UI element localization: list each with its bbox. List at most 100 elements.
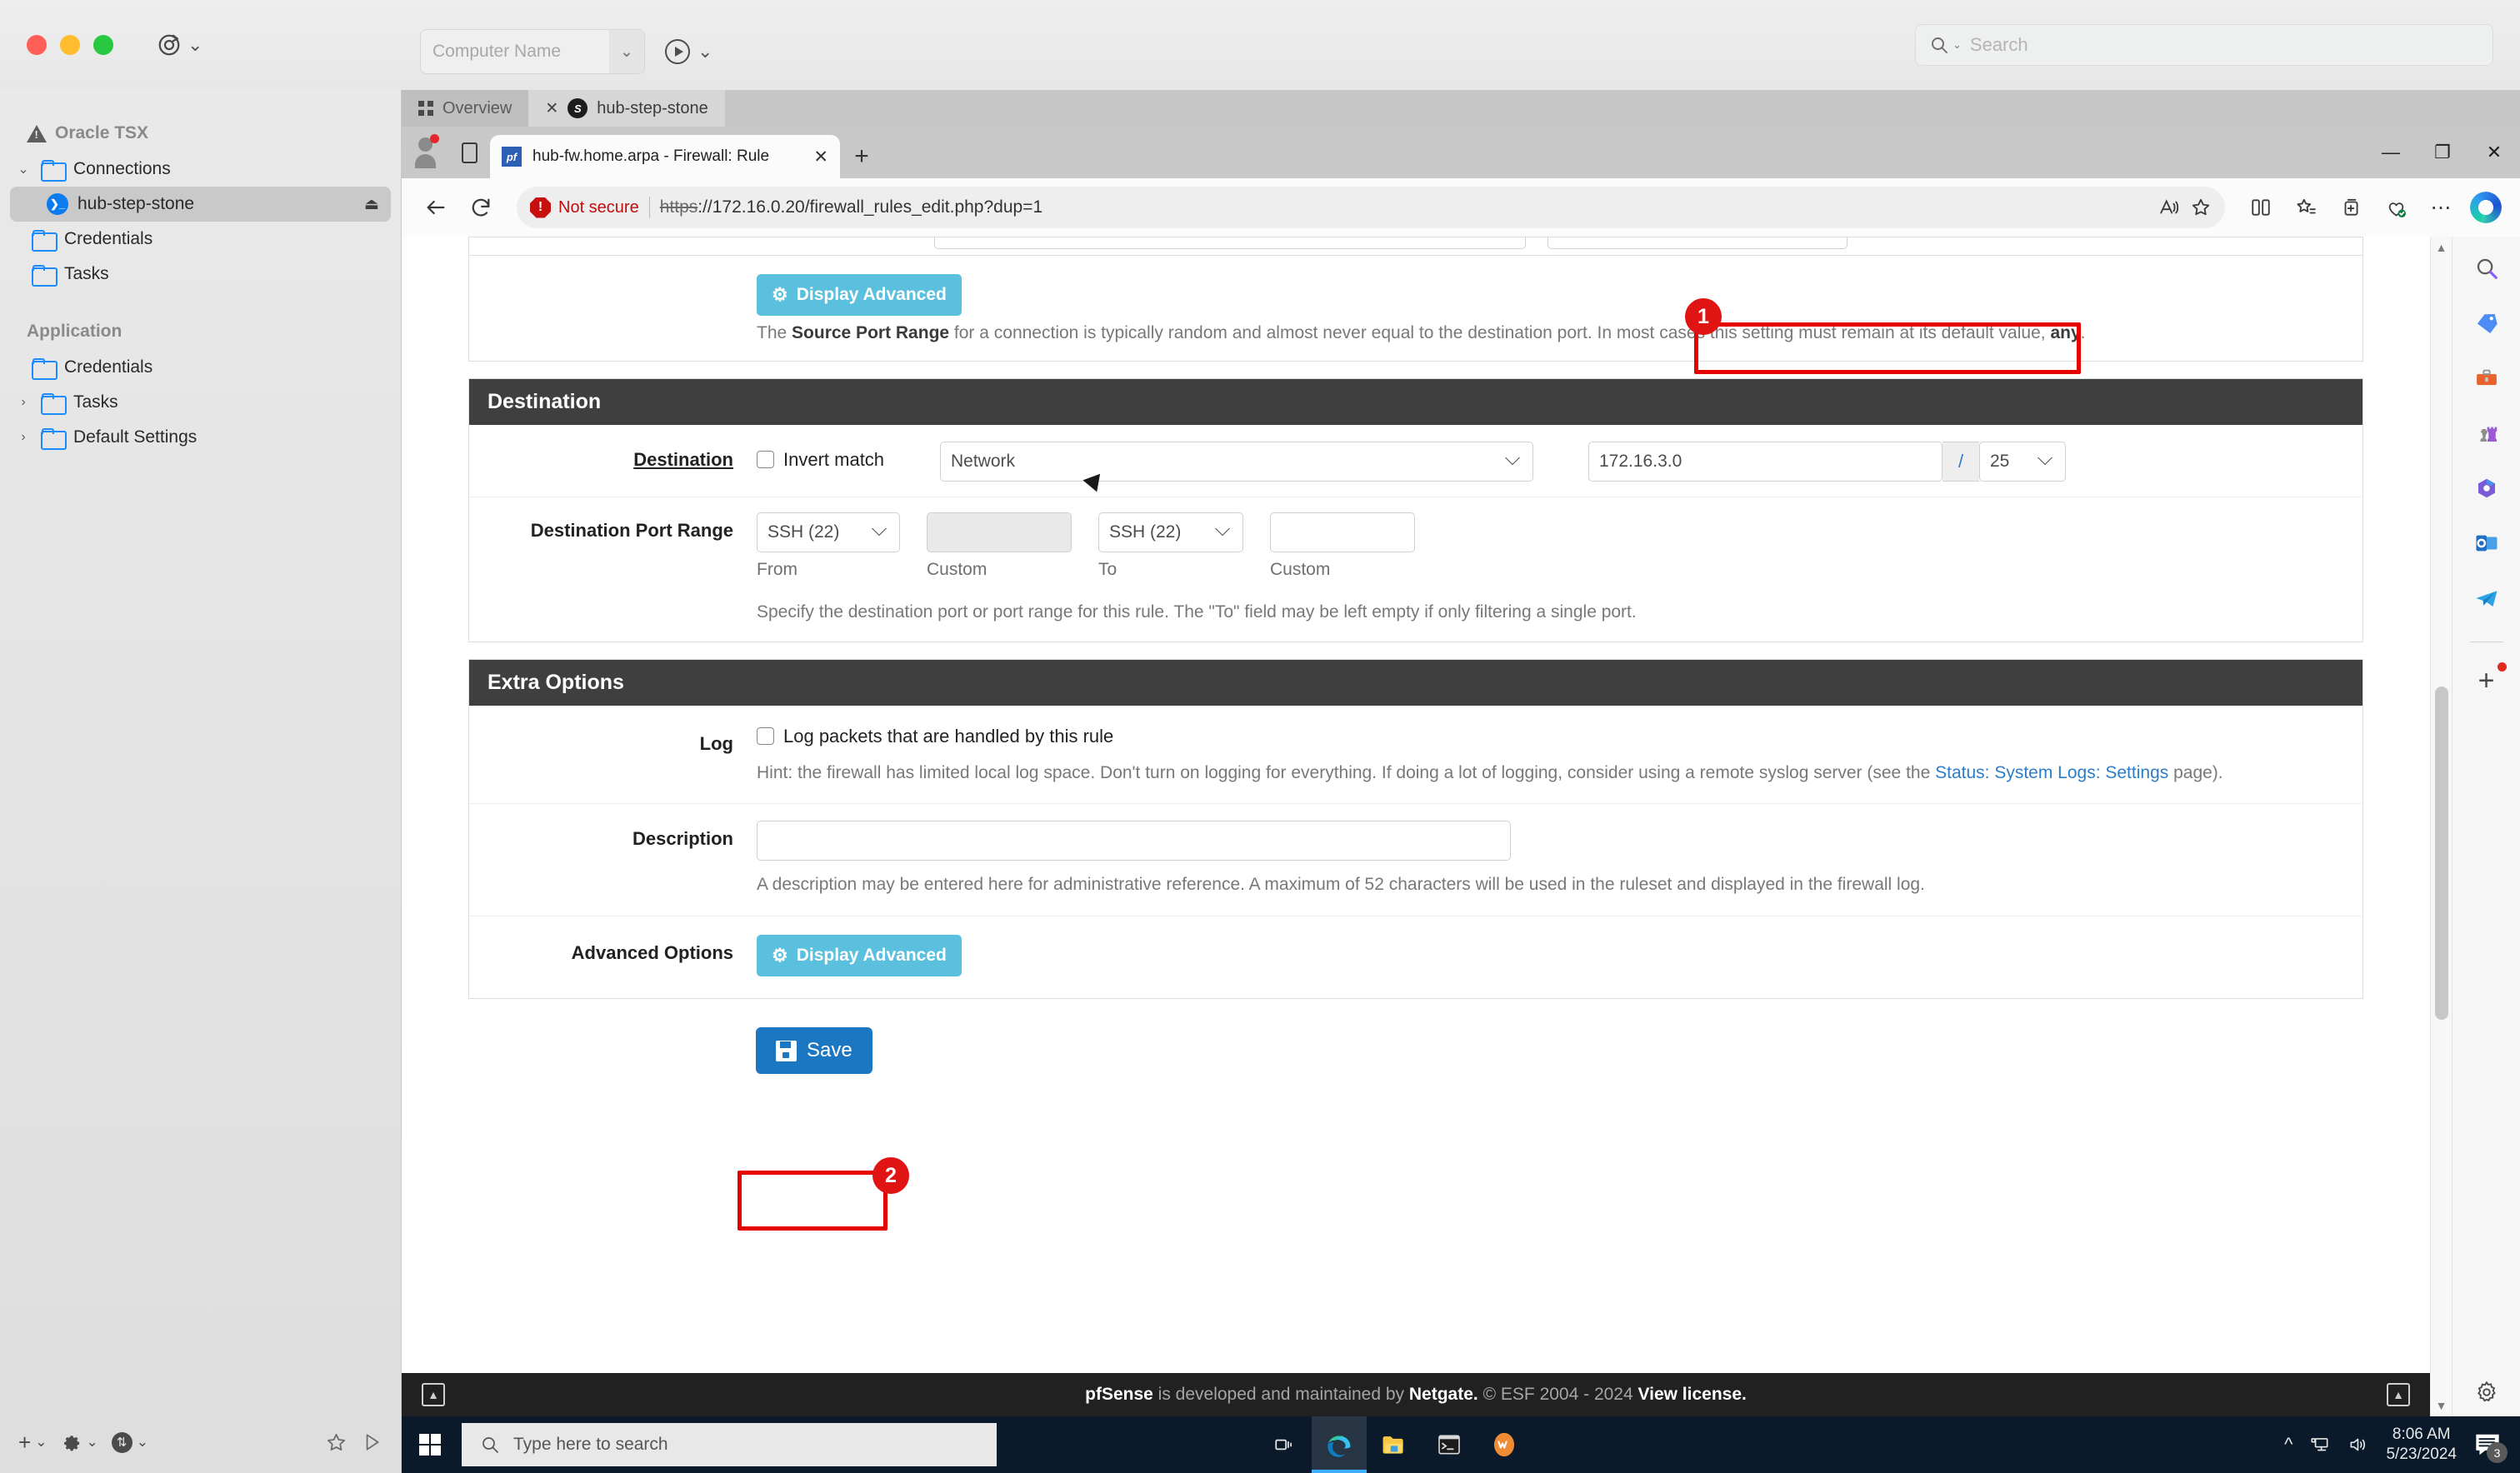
sidebar-item-connections[interactable]: ⌄ Connections [0, 152, 401, 187]
sync-target-button[interactable]: ⌄ [157, 32, 202, 57]
tag-icon[interactable] [2470, 307, 2503, 340]
tab-hub-step-stone[interactable]: ✕ S hub-step-stone [528, 90, 725, 127]
add-connection-button[interactable]: + ⌄ [18, 1430, 47, 1456]
scroll-top-button-right[interactable]: ▲ [2387, 1383, 2410, 1406]
favorites-button[interactable] [2285, 187, 2327, 228]
taskbar-edge-button[interactable] [1312, 1416, 1367, 1473]
taskbar-file-explorer-button[interactable] [1367, 1416, 1422, 1473]
scroll-down-arrow-icon[interactable]: ▼ [2436, 1395, 2448, 1416]
sidebar-item-app-tasks[interactable]: › Tasks [0, 385, 401, 420]
system-logs-settings-link[interactable]: Status: System Logs: Settings [1935, 763, 2168, 782]
browser-tab[interactable]: pf hub-fw.home.arpa - Firewall: Rule ✕ [490, 135, 840, 178]
source-type-select[interactable] [934, 237, 1527, 249]
sidebar-item-hub-step-stone[interactable]: ❯_ hub-step-stone ⏏ [10, 187, 391, 222]
checkbox[interactable] [757, 451, 774, 469]
task-view-button[interactable] [1257, 1416, 1312, 1473]
chevron-down-icon[interactable]: ⌄ [698, 42, 712, 61]
favorite-button[interactable] [325, 1431, 348, 1454]
network-icon[interactable] [2309, 1434, 2331, 1456]
destination-type-select[interactable]: Network [940, 441, 1533, 482]
scrollbar-thumb[interactable] [2435, 687, 2448, 1020]
sidebar-item-tasks[interactable]: Tasks [0, 257, 401, 292]
port-from-select[interactable]: SSH (22) [757, 512, 900, 552]
computer-name-combobox[interactable]: Computer Name ⌄ [420, 29, 645, 74]
destination-invert-match[interactable]: Invert match [757, 442, 940, 471]
chevron-down-icon[interactable]: ⌄ [35, 1434, 47, 1451]
games-icon[interactable] [2470, 417, 2503, 450]
sidebar-item-app-credentials[interactable]: Credentials [0, 350, 401, 385]
source-display-advanced-button[interactable]: ⚙ Display Advanced [757, 274, 962, 316]
favorite-star-icon[interactable] [2190, 197, 2212, 218]
footer-license-link[interactable]: View license. [1638, 1385, 1747, 1404]
notifications-button[interactable]: 3 [2473, 1432, 2508, 1463]
chevron-down-icon[interactable]: ⌄ [609, 30, 644, 73]
profile-button[interactable] [402, 127, 448, 178]
close-window-button[interactable] [27, 35, 47, 55]
split-screen-button[interactable] [2240, 187, 2282, 228]
tab-overview[interactable]: Overview [402, 90, 529, 127]
show-hidden-icons-icon[interactable]: ^ [2284, 1434, 2292, 1456]
scroll-top-button[interactable]: ▲ [422, 1383, 445, 1406]
chevron-right-icon[interactable]: › [15, 395, 32, 410]
outlook-icon[interactable] [2470, 527, 2503, 560]
destination-address-field[interactable] [1588, 441, 1942, 482]
vertical-tabs-button[interactable] [448, 127, 490, 178]
maximize-button[interactable]: ❐ [2417, 127, 2468, 178]
chevron-down-icon[interactable]: ⌄ [86, 1434, 98, 1451]
taskbar-terminal-button[interactable] [1422, 1416, 1477, 1473]
chevron-down-icon[interactable]: ⌄ [137, 1434, 148, 1451]
window-traffic-lights[interactable] [27, 35, 113, 55]
taskbar-search-box[interactable]: Type here to search [462, 1423, 997, 1466]
port-custom-from-field[interactable] [927, 512, 1072, 552]
chevron-right-icon[interactable]: › [15, 430, 32, 445]
not-secure-indicator[interactable]: ! Not secure [530, 197, 639, 218]
microsoft-365-icon[interactable] [2470, 472, 2503, 505]
reload-button[interactable] [460, 187, 502, 228]
checkbox[interactable] [757, 727, 774, 746]
source-invert-match[interactable]: Invert match [757, 237, 884, 238]
advanced-options-display-advanced-button[interactable]: ⚙ Display Advanced [757, 935, 962, 977]
browser-essentials-button[interactable] [2375, 187, 2417, 228]
rail-settings-icon[interactable] [2470, 1381, 2503, 1416]
minimize-button[interactable]: — [2365, 127, 2417, 178]
add-rail-icon[interactable]: + [2470, 662, 2507, 697]
run-button[interactable] [361, 1431, 382, 1453]
log-checkbox-row[interactable]: Log packets that are handled by this rul… [757, 726, 2362, 747]
destination-mask-select[interactable]: 25 [1979, 441, 2066, 482]
volume-icon[interactable] [2348, 1434, 2369, 1456]
source-address-field[interactable] [1548, 237, 1848, 249]
taskbar-app-button[interactable] [1477, 1416, 1532, 1473]
page-scrollbar[interactable]: ▲ ▼ [2430, 237, 2452, 1416]
close-button[interactable]: ✕ [2468, 127, 2520, 178]
back-button[interactable] [415, 187, 457, 228]
port-to-select[interactable]: SSH (22) [1098, 512, 1243, 552]
chevron-down-icon[interactable]: ⌄ [15, 161, 32, 177]
address-bar[interactable]: ! Not secure https://172.16.0.20/firewal… [517, 187, 2225, 228]
read-aloud-icon[interactable] [2158, 197, 2180, 218]
description-field[interactable] [757, 821, 1511, 861]
connect-button[interactable]: ⌄ [665, 39, 712, 64]
search-icon[interactable] [2470, 252, 2503, 285]
collections-button[interactable] [2330, 187, 2372, 228]
maximize-window-button[interactable] [93, 35, 113, 55]
sidebar-item-default-settings[interactable]: › Default Settings [0, 420, 401, 455]
close-icon[interactable]: ✕ [813, 147, 828, 167]
scroll-up-arrow-icon[interactable]: ▲ [2436, 237, 2448, 258]
telegram-icon[interactable] [2470, 582, 2503, 615]
mac-search-box[interactable]: ⌄ Search [1915, 24, 2493, 66]
save-button[interactable]: Save [756, 1027, 872, 1075]
pfsense-favicon: pf [502, 147, 522, 167]
port-custom-to-field[interactable] [1270, 512, 1415, 552]
toolbox-icon[interactable] [2470, 362, 2503, 395]
sidebar-item-credentials[interactable]: Credentials [0, 222, 401, 257]
taskbar-clock[interactable]: 8:06 AM 5/23/2024 [2386, 1425, 2457, 1465]
settings-button[interactable]: ⌄ [60, 1431, 98, 1453]
new-tab-button[interactable]: + [840, 135, 883, 178]
start-button[interactable] [402, 1416, 458, 1473]
minimize-window-button[interactable] [60, 35, 80, 55]
eject-icon[interactable]: ⏏ [364, 195, 379, 214]
transfer-button[interactable]: ⇅ ⌄ [111, 1431, 148, 1453]
close-icon[interactable]: ✕ [545, 99, 558, 118]
settings-more-button[interactable]: ⋯ [2420, 187, 2462, 228]
copilot-button[interactable] [2465, 187, 2507, 228]
